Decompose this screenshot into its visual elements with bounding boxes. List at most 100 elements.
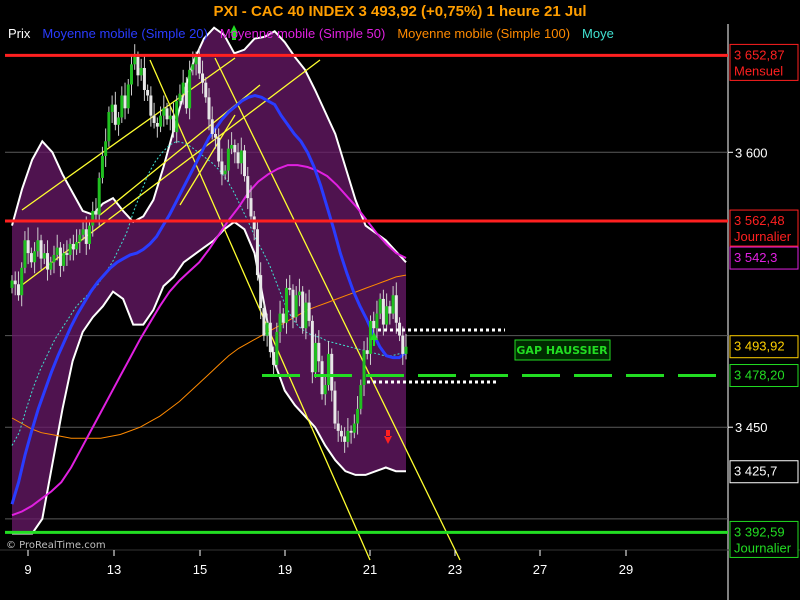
candle-body	[226, 148, 230, 171]
candle-body	[285, 287, 289, 323]
candle-body	[26, 240, 30, 254]
candle-body	[178, 93, 182, 101]
candle-body	[297, 291, 301, 296]
price-tag-period: Mensuel	[734, 63, 783, 78]
candle-body	[307, 302, 311, 321]
price-tag-period: Journalier	[734, 540, 792, 555]
candle-body	[210, 119, 214, 134]
candle-body	[10, 280, 14, 288]
candle-body	[317, 342, 321, 362]
candle-body	[268, 322, 272, 353]
x-tick-label: 15	[193, 562, 207, 577]
candle-body	[75, 242, 79, 250]
legend-item: Moyenne mobile (Simple 50)	[220, 26, 385, 41]
x-tick-label: 23	[448, 562, 462, 577]
candle-body	[372, 320, 376, 329]
candle-body	[133, 56, 137, 65]
candle-body	[184, 82, 188, 109]
candle-body	[375, 313, 379, 329]
candle-body	[139, 67, 143, 76]
x-tick-label: 9	[24, 562, 31, 577]
candle-body	[388, 306, 392, 314]
x-tick-label: 19	[278, 562, 292, 577]
candle-body	[120, 95, 124, 118]
candle-body	[81, 229, 85, 235]
legend-item: Moyenne mobile (Simple 20)	[42, 26, 207, 41]
candle-body	[278, 313, 282, 332]
candle-body	[23, 240, 27, 268]
candle-body	[404, 346, 408, 354]
candle-body	[381, 298, 385, 325]
x-tick-label: 21	[363, 562, 377, 577]
candle-body	[281, 313, 285, 323]
candle-body	[378, 298, 382, 314]
candle-body	[113, 104, 117, 125]
candle-body	[365, 350, 369, 354]
candle-body	[33, 251, 37, 263]
candle-body	[91, 210, 95, 226]
candle-body	[181, 82, 185, 94]
candle-body	[62, 253, 66, 266]
candle-body	[100, 155, 104, 178]
candle-body	[314, 342, 318, 373]
candle-body	[55, 247, 59, 255]
candle-body	[230, 144, 234, 149]
candle-body	[301, 291, 305, 329]
price-tag-value: 3 425,7	[734, 464, 777, 479]
candle-body	[84, 229, 88, 244]
candle-body	[352, 423, 356, 433]
candle-body	[330, 353, 334, 391]
candle-body	[146, 89, 150, 96]
candle-body	[110, 104, 114, 112]
candle-body	[49, 262, 53, 270]
x-tick-label: 13	[107, 562, 121, 577]
x-tick-label: 29	[619, 562, 633, 577]
candle-body	[175, 100, 179, 133]
x-tick-label: 27	[533, 562, 547, 577]
candle-body	[362, 350, 366, 386]
candle-body	[155, 122, 159, 127]
candle-body	[288, 287, 292, 290]
candle-body	[359, 385, 363, 409]
candle-body	[204, 82, 208, 98]
price-tag-value: 3 478,20	[734, 368, 785, 383]
candle-body	[197, 56, 201, 74]
candle-body	[346, 430, 350, 442]
candle-body	[255, 229, 259, 276]
candle-body	[343, 436, 347, 442]
price-chart: GAP HAUSSIER Prix Moyenne mobile (Simple 2…	[0, 24, 800, 600]
candle-body	[107, 111, 111, 142]
candle-body	[333, 390, 337, 424]
candle-body	[262, 308, 266, 336]
candle-body	[336, 423, 340, 431]
candle-body	[97, 177, 101, 215]
candle-body	[171, 115, 175, 133]
candle-body	[71, 243, 75, 250]
candle-body	[20, 267, 24, 296]
watermark: © ProRealTime.com	[6, 540, 106, 551]
price-tag-value: 3 562,48	[734, 213, 785, 228]
legend-item: Moye	[582, 26, 614, 41]
candle-body	[401, 335, 405, 354]
candle-body	[136, 56, 140, 76]
price-tag-value: 3 542,3	[734, 250, 777, 265]
price-tag-value: 3 392,59	[734, 524, 785, 539]
candle-body	[272, 352, 276, 365]
chart-window: PXI - CAC 40 INDEX 3 493,92 (+0,75%) 1 h…	[0, 0, 800, 600]
candle-body	[239, 150, 243, 164]
candle-body	[213, 133, 217, 138]
candle-body	[223, 170, 227, 175]
candle-body	[310, 320, 314, 373]
candle-body	[104, 141, 108, 156]
candle-body	[142, 67, 146, 90]
legend-item: Prix	[8, 26, 31, 41]
annotation-label: GAP HAUSSIER	[516, 344, 608, 357]
candle-body	[265, 322, 269, 336]
candle-body	[233, 144, 237, 153]
candle-body	[188, 69, 192, 109]
candle-body	[165, 108, 169, 120]
y-tick-label: 3 600	[735, 145, 768, 160]
candle-body	[194, 56, 198, 65]
candle-body	[259, 275, 263, 309]
candle-body	[152, 115, 156, 123]
